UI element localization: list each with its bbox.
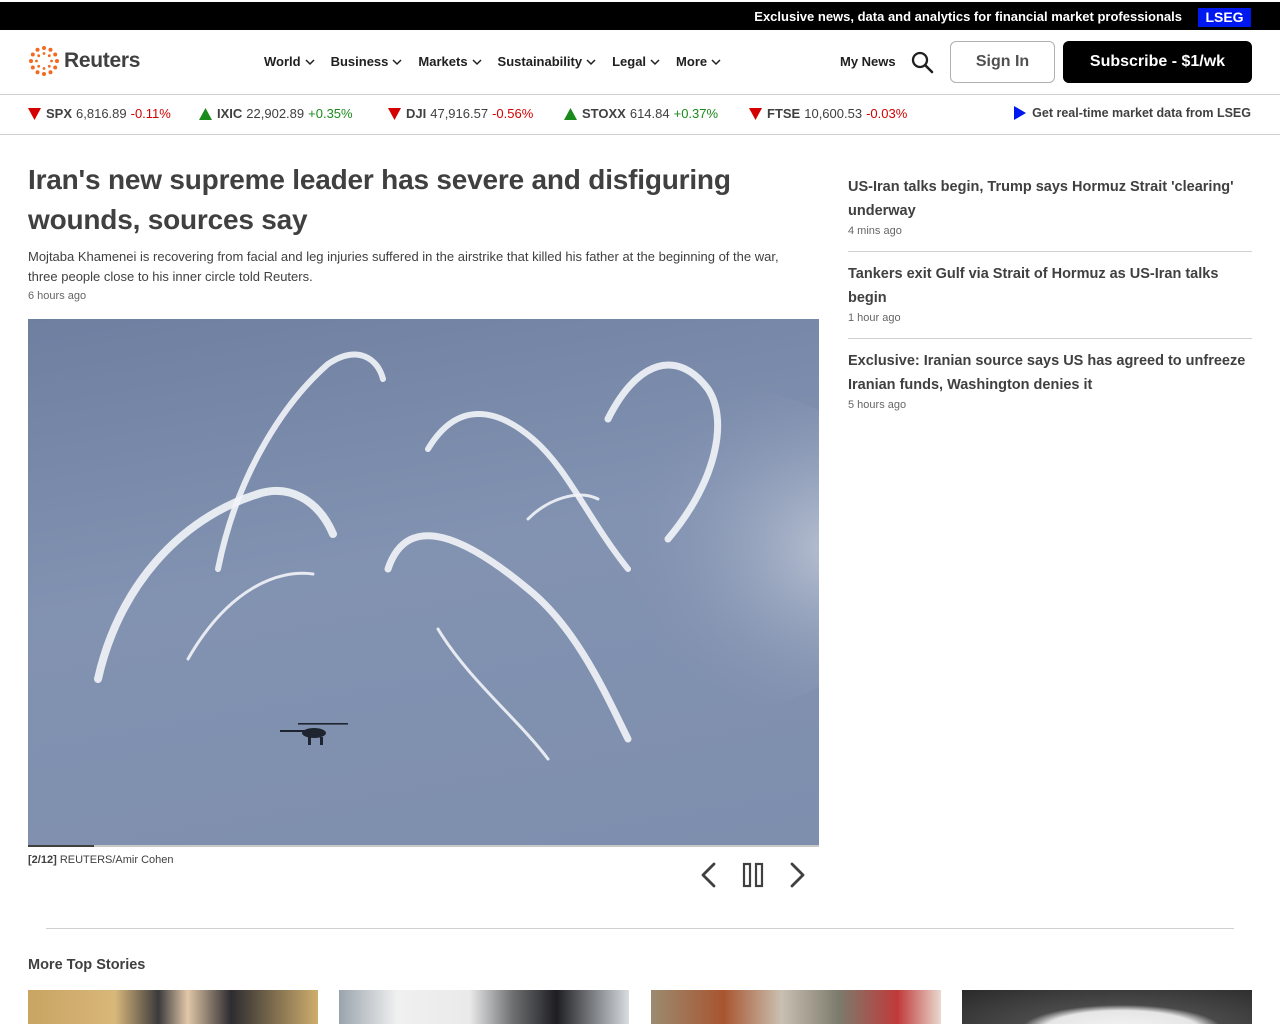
sidebar-story-timestamp: 5 hours ago [848, 399, 907, 411]
ticker-value: 6,816.89 [76, 106, 127, 121]
gallery-photo[interactable] [28, 319, 819, 847]
ticker-item-ftse[interactable]: FTSE 10,600.53 -0.03% [749, 106, 907, 121]
sign-in-button[interactable]: Sign In [950, 41, 1055, 83]
ticker-value: 22,902.89 [246, 106, 305, 121]
ticker-change: -0.56% [492, 106, 534, 121]
sidebar-story[interactable]: US-Iran talks begin, Trump says Hormuz S… [848, 165, 1252, 252]
lseg-market-data-link[interactable]: Get real-time market data from LSEG [1014, 106, 1251, 120]
sidebar-story-timestamp: 4 mins ago [848, 225, 902, 237]
photo-credit: REUTERS/Amir Cohen [59, 854, 174, 866]
triangle-down-icon [28, 107, 41, 120]
ticker-item-spx[interactable]: SPX 6,816.89 -0.11% [28, 106, 171, 121]
ticker-value: 47,916.57 [430, 106, 489, 121]
chevron-down-icon [650, 58, 660, 65]
chevron-down-icon [305, 58, 315, 65]
main-timestamp: 6 hours ago [28, 290, 87, 302]
ticker-change: +0.35% [308, 106, 353, 121]
ticker-item-ixic[interactable]: IXIC 22,902.89 +0.35% [199, 106, 353, 121]
ticker-name: FTSE [767, 106, 801, 121]
ticker-change: -0.03% [866, 106, 908, 121]
reuters-logo-icon [29, 46, 59, 76]
triangle-down-icon [749, 107, 762, 120]
pause-icon[interactable] [738, 860, 768, 890]
main-summary: Mojtaba Khamenei is recovering from faci… [28, 249, 779, 284]
subscribe-button[interactable]: Subscribe - $1/wk [1063, 41, 1252, 83]
nav-item-sustainability[interactable]: Sustainability [498, 54, 597, 69]
nav-item-business[interactable]: Business [331, 54, 403, 69]
story-thumbnail[interactable] [28, 990, 318, 1024]
story-thumbnail[interactable] [651, 990, 941, 1024]
market-ticker: SPX 6,816.89 -0.11% IXIC 22,902.89 +0.35… [0, 95, 1280, 135]
ticker-change: +0.37% [673, 106, 719, 121]
story-thumbnail[interactable] [962, 990, 1252, 1024]
ticker-change: -0.11% [130, 106, 171, 121]
top-stories-sidebar: US-Iran talks begin, Trump says Hormuz S… [848, 165, 1252, 425]
chevron-down-icon [711, 58, 721, 65]
main-nav: World Business Markets Sustainability Le… [264, 54, 737, 69]
ticker-item-stoxx[interactable]: STOXX 614.84 +0.37% [564, 106, 718, 121]
nav-label: More [676, 54, 708, 69]
triangle-up-icon [199, 107, 212, 120]
top-banner[interactable]: Exclusive news, data and analytics for f… [0, 0, 1280, 30]
helicopter-silhouette [280, 723, 348, 745]
sidebar-story[interactable]: Tankers exit Gulf via Strait of Hormuz a… [848, 252, 1252, 339]
sidebar-story-title[interactable]: US-Iran talks begin, Trump says Hormuz S… [848, 175, 1252, 223]
nav-item-world[interactable]: World [264, 54, 315, 69]
ticker-value: 614.84 [629, 106, 670, 121]
play-icon [1014, 106, 1027, 120]
photo-caption: [2/12] REUTERS/Amir Cohen [28, 854, 174, 866]
chevron-down-icon [472, 58, 482, 65]
section-divider [46, 928, 1234, 929]
ticker-name: SPX [46, 106, 73, 121]
ticker-value: 10,600.53 [804, 106, 863, 121]
nav-label: Legal [612, 54, 647, 69]
lseg-badge[interactable]: LSEG [1198, 8, 1251, 27]
chevron-down-icon [392, 58, 402, 65]
chevron-left-icon[interactable] [694, 860, 724, 890]
logo-text: Reuters [64, 49, 141, 72]
ticker-name: STOXX [582, 106, 626, 121]
more-top-stories-heading: More Top Stories [28, 957, 146, 973]
main-headline[interactable]: Iran's new supreme leader has severe and… [28, 160, 818, 240]
story-thumbnail[interactable] [339, 990, 629, 1024]
lseg-link-label: Get real-time market data from LSEG [1032, 106, 1251, 120]
nav-label: Sustainability [497, 54, 583, 69]
nav-item-more[interactable]: More [676, 54, 721, 69]
ticker-name: IXIC [217, 106, 243, 121]
nav-label: Business [330, 54, 389, 69]
gallery-progress-fill [28, 845, 94, 847]
my-news-link[interactable]: My News [840, 54, 896, 69]
nav-label: Markets [418, 54, 468, 69]
chevron-right-icon[interactable] [782, 860, 812, 890]
chevron-down-icon [586, 58, 596, 65]
triangle-up-icon [564, 107, 577, 120]
reuters-logo[interactable]: Reuters [28, 45, 140, 77]
gallery-progress [28, 845, 819, 847]
sidebar-story-title[interactable]: Tankers exit Gulf via Strait of Hormuz a… [848, 262, 1252, 310]
nav-item-legal[interactable]: Legal [612, 54, 660, 69]
nav-label: World [264, 54, 301, 69]
nav-item-markets[interactable]: Markets [418, 54, 482, 69]
sidebar-story[interactable]: Exclusive: Iranian source says US has ag… [848, 339, 1252, 425]
sidebar-story-title[interactable]: Exclusive: Iranian source says US has ag… [848, 349, 1252, 397]
site-header: Reuters World Business Markets Sustainab… [0, 30, 1280, 95]
ticker-name: DJI [406, 106, 427, 121]
ticker-item-dji[interactable]: DJI 47,916.57 -0.56% [388, 106, 533, 121]
sidebar-story-timestamp: 1 hour ago [848, 312, 901, 324]
search-icon[interactable] [910, 50, 934, 74]
gallery-position: [2/12] [28, 854, 57, 866]
photo-smoke-trails [94, 351, 819, 761]
banner-text[interactable]: Exclusive news, data and analytics for f… [754, 9, 1182, 24]
triangle-down-icon [388, 107, 401, 120]
